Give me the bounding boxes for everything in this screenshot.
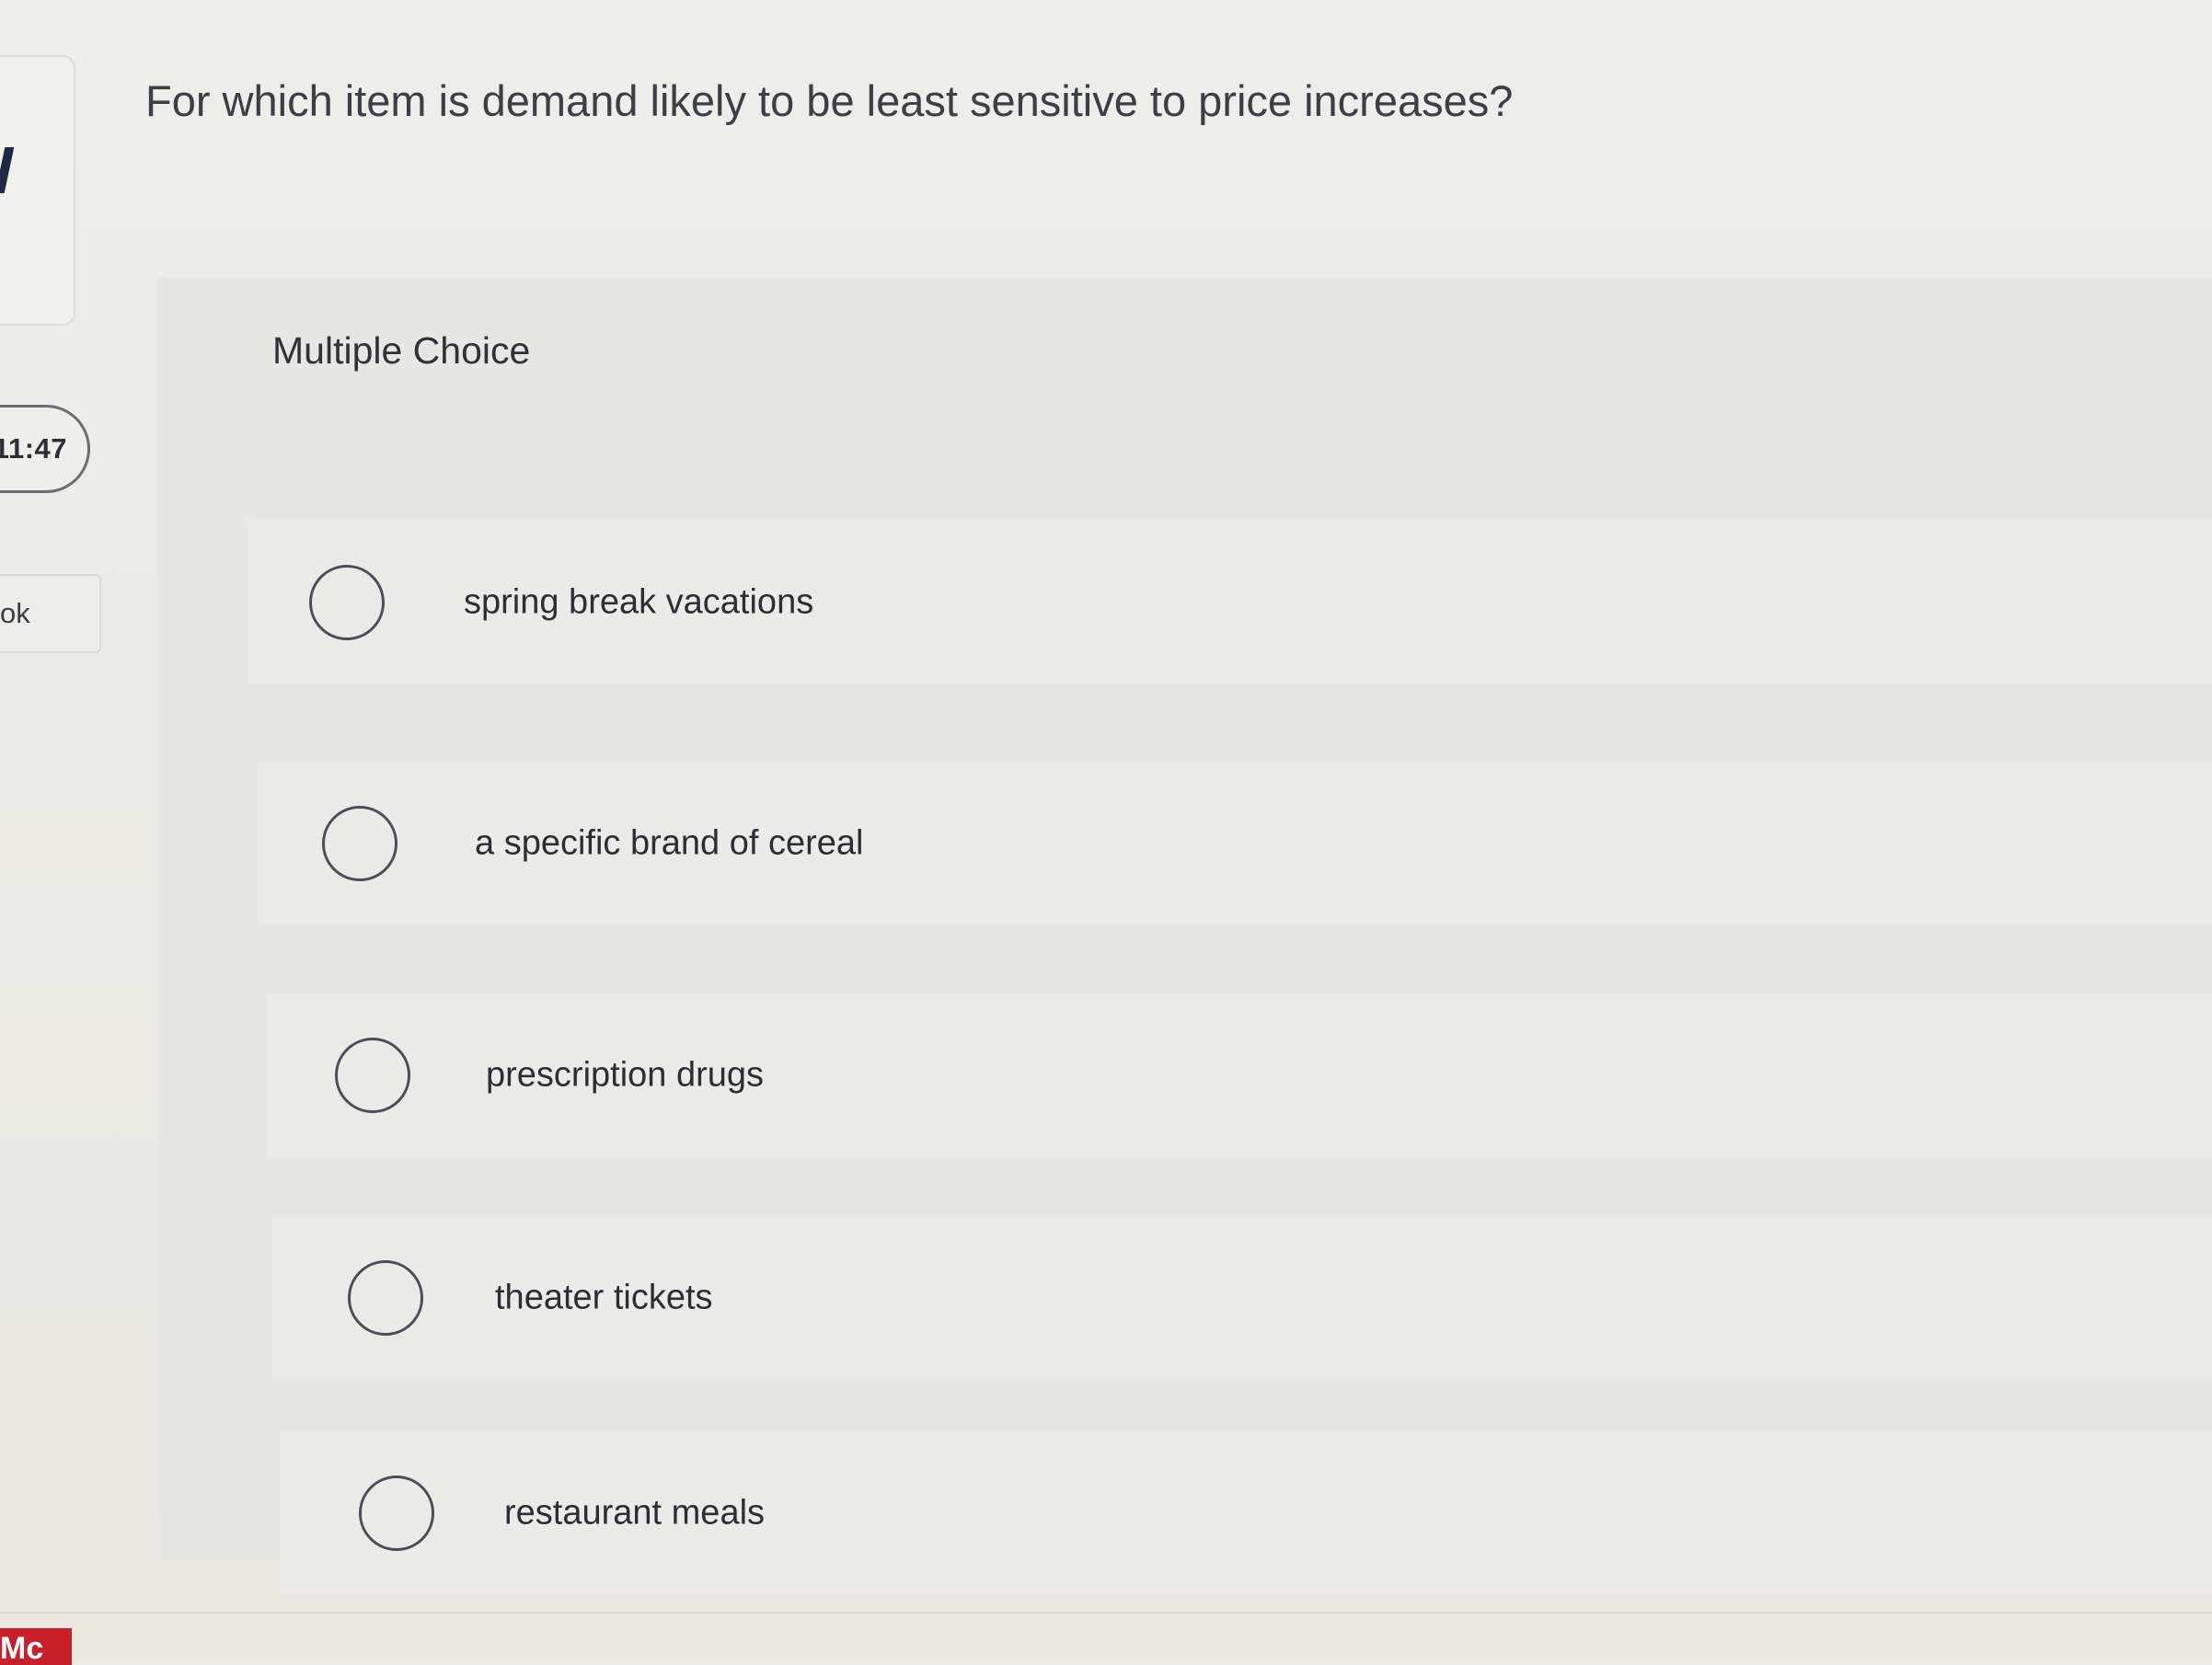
option-label: restaurant meals [504,1493,766,1533]
ebook-button[interactable]: ok [0,574,101,653]
radio-button[interactable] [348,1260,423,1336]
option-restaurant-meals[interactable]: restaurant meals [280,1431,2212,1595]
timer-text: :11:47 [0,432,67,465]
mcgraw-hill-logo: Mc [0,1628,72,1665]
option-specific-brand-of-cereal[interactable]: a specific brand of cereal [258,762,2212,925]
option-label: a specific brand of cereal [475,823,864,863]
question-type-label: Multiple Choice [272,329,531,372]
radio-button[interactable] [322,806,397,881]
page: :11:47 ok For which item is demand likel… [0,0,2212,1665]
divider [0,1612,2212,1613]
question-text: For which item is demand likely to be le… [145,76,1514,125]
ebook-button-label: ok [0,597,30,629]
option-theater-tickets[interactable]: theater tickets [272,1216,2212,1380]
radio-button[interactable] [335,1038,410,1113]
radio-button[interactable] [309,565,385,640]
option-label: theater tickets [495,1278,713,1317]
option-label: spring break vacations [464,582,814,622]
option-label: prescription drugs [486,1055,765,1095]
radio-button[interactable] [359,1476,434,1551]
option-spring-break-vacations[interactable]: spring break vacations [248,521,2212,684]
sidebar-card [0,55,75,326]
timer-badge[interactable]: :11:47 [0,405,90,493]
option-prescription-drugs[interactable]: prescription drugs [267,993,2212,1157]
logo-text: Mc [0,1631,44,1665]
